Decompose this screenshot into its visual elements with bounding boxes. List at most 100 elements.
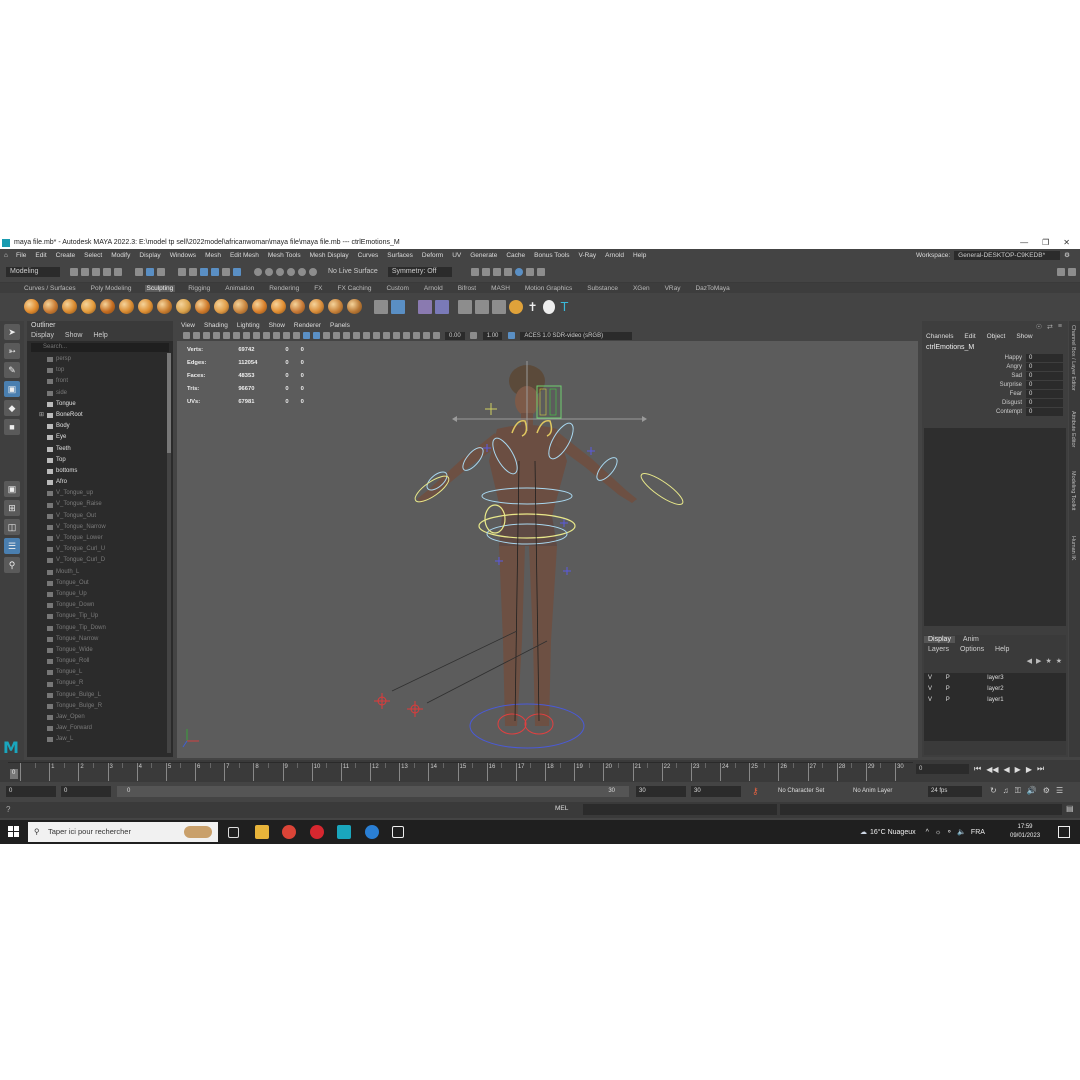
arnold-render-icon[interactable] [515, 267, 524, 276]
command-input[interactable] [583, 804, 777, 815]
human-icon[interactable]: ✝ [526, 300, 540, 314]
viewport-menu-shading[interactable]: Shading [204, 322, 228, 329]
sculpt-brush-icon[interactable] [43, 299, 58, 314]
outliner-item[interactable]: Tongue_Out [27, 578, 173, 589]
menu-edit-mesh[interactable]: Edit Mesh [230, 252, 259, 259]
lasso-tool-icon[interactable]: ➳ [4, 343, 20, 359]
anim-layer-dropdown[interactable]: No Anim Layer [850, 786, 920, 797]
redo-icon[interactable] [113, 267, 122, 276]
joint-icon[interactable] [474, 299, 489, 314]
menu-vray[interactable]: V-Ray [578, 252, 596, 259]
go-to-end-icon[interactable]: ⏭ [1037, 764, 1044, 774]
snap-surface-icon[interactable] [221, 267, 230, 276]
camera-attributes-icon[interactable] [192, 332, 200, 339]
side-tab-attribute-editor[interactable]: Attribute Editor [1070, 411, 1076, 447]
outliner-item[interactable]: Tongue_Bulge_R [27, 701, 173, 712]
chrome-icon[interactable] [282, 825, 296, 839]
safe-action-icon[interactable] [292, 332, 300, 339]
outliner-menu-help[interactable]: Help [93, 332, 107, 339]
skin-icon[interactable] [491, 299, 506, 314]
counter-icon[interactable] [508, 299, 523, 314]
step-forward-icon[interactable]: ▶ [1026, 765, 1032, 774]
volume-icon[interactable]: 🔈 [957, 828, 966, 836]
menu-surfaces[interactable]: Surfaces [387, 252, 413, 259]
move-layer-up-icon[interactable]: ◀ [1027, 657, 1032, 665]
field-chart-icon[interactable] [282, 332, 290, 339]
network-icon[interactable]: ☼ [935, 829, 941, 836]
close-button[interactable]: ✕ [1063, 238, 1070, 247]
shelf-tab-custom[interactable]: Custom [384, 285, 410, 292]
swap-icon[interactable]: ⇄ [1047, 323, 1053, 331]
exposure-icon[interactable] [432, 332, 440, 339]
menu-mesh-tools[interactable]: Mesh Tools [268, 252, 301, 259]
side-by-side-icon[interactable]: ◫ [4, 519, 20, 535]
show-channel-box-icon[interactable] [1068, 267, 1076, 276]
layer-color-swatch[interactable] [960, 684, 984, 695]
layer-color-swatch[interactable] [960, 695, 984, 706]
menu-uv[interactable]: UV [452, 252, 461, 259]
outliner-item[interactable]: bottoms [27, 466, 173, 477]
menu-display[interactable]: Display [139, 252, 160, 259]
render-settings-icon[interactable] [275, 267, 284, 276]
image-plane-icon[interactable] [212, 332, 220, 339]
figure-icon[interactable] [434, 299, 449, 314]
loop-icon[interactable]: ↻ [990, 786, 997, 796]
maximize-button[interactable]: ❐ [1042, 238, 1049, 247]
paint-select-tool-icon[interactable]: ✎ [4, 362, 20, 378]
shelf-tab-arnold[interactable]: Arnold [422, 285, 445, 292]
shelf-tab-vray[interactable]: VRay [663, 285, 683, 292]
maya-taskbar-icon[interactable] [337, 825, 351, 839]
menu-windows[interactable]: Windows [170, 252, 196, 259]
shelf-tab-bifrost[interactable]: Bifrost [456, 285, 478, 292]
four-view-icon[interactable]: ⊞ [4, 500, 20, 516]
ambient-occlusion-icon[interactable] [352, 332, 360, 339]
home-icon[interactable]: ⌂ [4, 252, 8, 259]
sculpt-brush-icon[interactable] [233, 299, 248, 314]
sculpt-brush-icon[interactable] [81, 299, 96, 314]
channel-attribute-name[interactable]: Angry [922, 363, 1026, 372]
outliner-item[interactable]: V_Tongue_Curl_U [27, 544, 173, 555]
channel-attribute-name[interactable]: Contempt [922, 408, 1026, 417]
outliner-item[interactable]: V_Tongue_Raise [27, 499, 173, 510]
outliner-item[interactable]: Tongue_Down [27, 600, 173, 611]
channel-attribute-name[interactable]: Surprise [922, 381, 1026, 390]
layer-playback-toggle[interactable]: P [942, 684, 960, 695]
shelf-tab-daztomaya[interactable]: DazToMaya [693, 285, 731, 292]
sculpt-brush-icon[interactable] [347, 299, 362, 314]
light-editor-icon[interactable] [308, 267, 317, 276]
outliner-item[interactable]: Tongue_Bulge_L [27, 690, 173, 701]
scale-tool-icon[interactable]: ■ [4, 419, 20, 435]
channel-attribute-value[interactable]: 0 [1026, 354, 1063, 363]
channel-attribute-value[interactable]: 0 [1026, 381, 1063, 390]
snap-point-icon[interactable] [199, 267, 208, 276]
playback-end-field[interactable]: 30 [636, 786, 686, 797]
mesh-display-icon[interactable] [390, 299, 405, 314]
outliner-item[interactable]: top [27, 365, 173, 376]
render-frame-icon[interactable] [471, 267, 480, 276]
sound-icon[interactable]: ♫ [1003, 786, 1009, 796]
3d-viewer-icon[interactable] [392, 826, 404, 838]
channel-attribute-row[interactable]: Contempt 0 [922, 408, 1068, 417]
isolate-select-icon[interactable] [392, 332, 400, 339]
sculpt-brush-icon[interactable] [100, 299, 115, 314]
undo-icon[interactable] [102, 267, 111, 276]
outliner-item[interactable]: Tongue [27, 399, 173, 410]
layer-visibility-toggle[interactable]: V [924, 684, 942, 695]
layer-tab-display[interactable]: Display [924, 636, 955, 643]
shelf-tab-fx-caching[interactable]: FX Caching [336, 285, 374, 292]
outliner-item[interactable]: side [27, 388, 173, 399]
smooth-shade-icon[interactable] [312, 332, 320, 339]
select-object-icon[interactable] [145, 267, 154, 276]
sculpt-brush-icon[interactable] [62, 299, 77, 314]
ipr-render-icon[interactable] [264, 267, 273, 276]
vray-render-icon[interactable] [526, 267, 535, 276]
character-set-dropdown[interactable]: No Character Set [775, 786, 845, 797]
go-to-start-icon[interactable]: ⏮ [974, 764, 981, 774]
camera-select-icon[interactable] [182, 332, 190, 339]
weather-text[interactable]: 16°C Nuageux [870, 829, 916, 836]
menu-mesh[interactable]: Mesh [205, 252, 221, 259]
outliner-item[interactable]: V_Tongue_Curl_D [27, 555, 173, 566]
layer-name[interactable]: layer2 [983, 684, 1066, 695]
outliner-scrollbar[interactable] [167, 353, 171, 753]
menu-deform[interactable]: Deform [422, 252, 443, 259]
